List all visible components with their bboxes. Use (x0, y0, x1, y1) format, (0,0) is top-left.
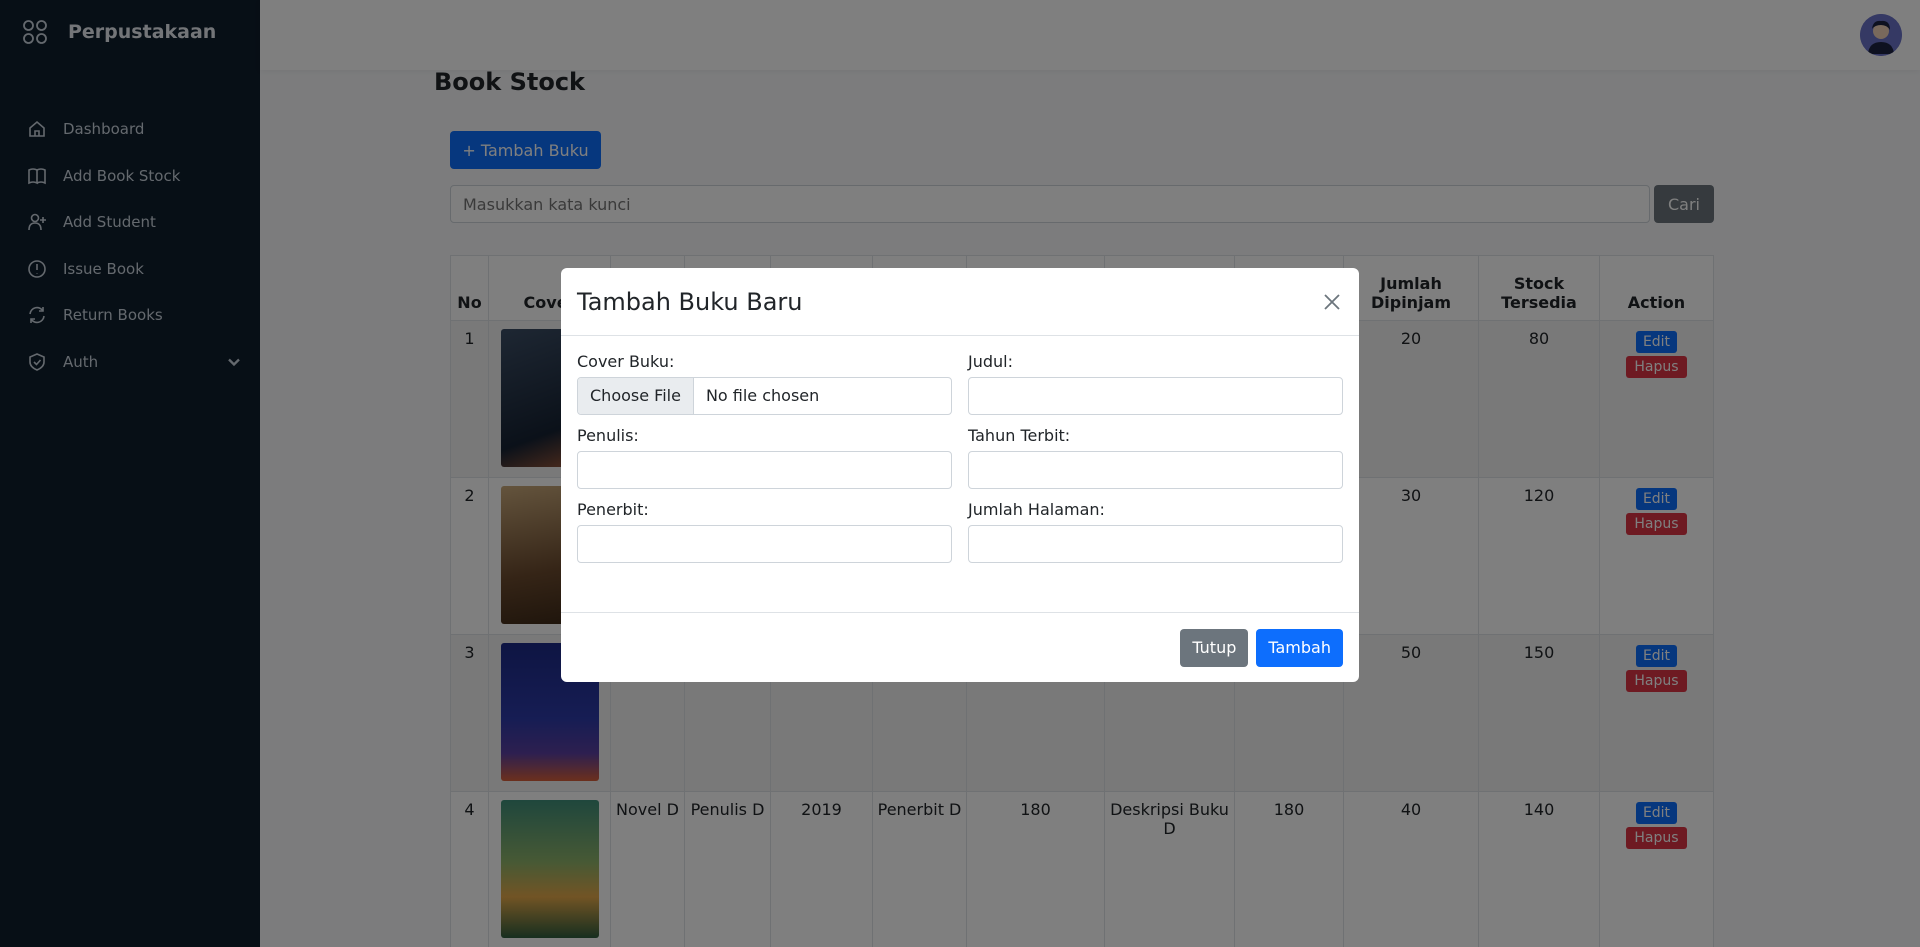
modal-title: Tambah Buku Baru (577, 287, 803, 316)
cover-file-input[interactable]: Choose File No file chosen (577, 377, 952, 415)
field-judul: Judul: (968, 352, 1343, 415)
field-label: Tahun Terbit: (968, 426, 1071, 445)
tahun-terbit-input[interactable] (968, 451, 1343, 489)
penulis-input[interactable] (577, 451, 952, 489)
jumlah-halaman-input[interactable] (968, 525, 1343, 563)
field-label: Judul: (968, 352, 1013, 371)
modal-header: Tambah Buku Baru (561, 268, 1359, 336)
penerbit-input[interactable] (577, 525, 952, 563)
judul-input[interactable] (968, 377, 1343, 415)
submit-button[interactable]: Tambah (1256, 628, 1343, 667)
field-label: Jumlah Halaman: (968, 500, 1105, 519)
modal-footer: Tutup Tambah (561, 612, 1359, 682)
close-button[interactable]: Tutup (1180, 628, 1249, 667)
field-label: Penerbit: (577, 500, 649, 519)
add-book-modal: Tambah Buku Baru Cover Buku: Choose File… (561, 268, 1359, 682)
choose-file-button[interactable]: Choose File (578, 378, 694, 414)
file-status: No file chosen (705, 386, 820, 405)
close-icon[interactable] (1321, 291, 1343, 313)
field-penulis: Penulis: (577, 426, 952, 489)
field-penerbit: Penerbit: (577, 500, 952, 563)
field-label: Penulis: (577, 426, 639, 445)
field-label: Cover Buku: (577, 352, 675, 371)
field-jumlah-halaman: Jumlah Halaman: (968, 500, 1343, 563)
field-tahun-terbit: Tahun Terbit: (968, 426, 1343, 489)
field-cover: Cover Buku: Choose File No file chosen (577, 352, 952, 415)
modal-body: Cover Buku: Choose File No file chosen J… (561, 336, 1359, 590)
